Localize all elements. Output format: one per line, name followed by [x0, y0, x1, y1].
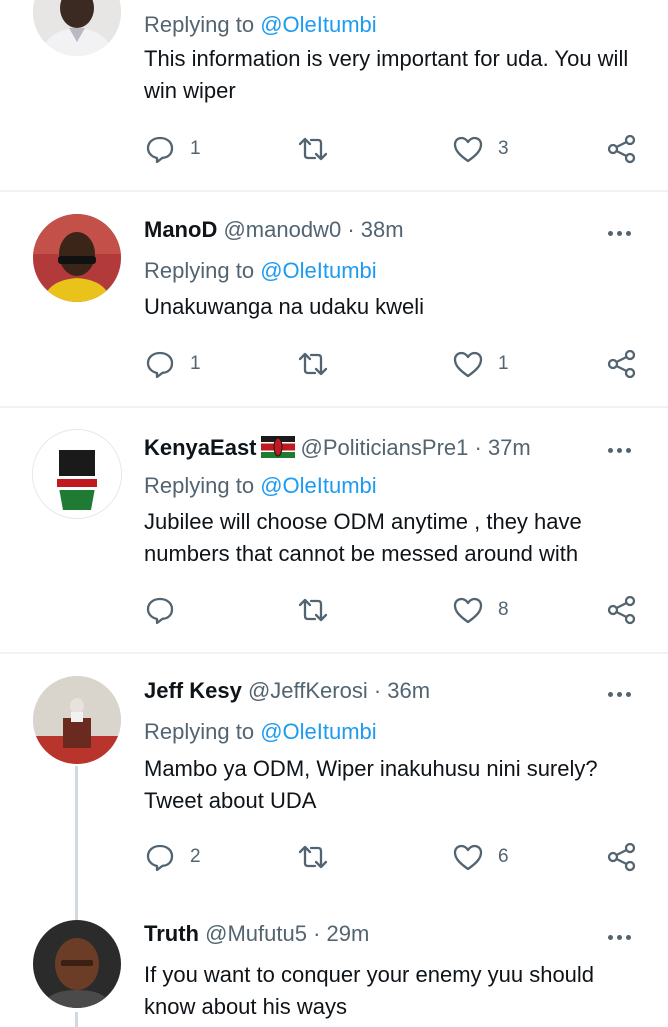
- more-icon[interactable]: [608, 227, 638, 239]
- tweet-1[interactable]: ManoD @manodw0 · 38m Replying to @OleItu…: [0, 192, 668, 406]
- kenya-flag-icon: [260, 436, 295, 458]
- tweet-2[interactable]: KenyaEast @PoliticiansPre1 · 37m Replyin…: [0, 408, 668, 652]
- replying-to-line: Replying to @OleItumbi: [144, 473, 377, 498]
- share-button[interactable]: [606, 347, 638, 381]
- reply-count: 1: [190, 138, 201, 159]
- replying-to-mention[interactable]: @OleItumbi: [260, 473, 376, 498]
- tweet-actions: 8: [144, 593, 644, 627]
- handle[interactable]: @manodw0: [223, 217, 341, 242]
- display-name[interactable]: KenyaEast: [144, 435, 257, 460]
- more-icon[interactable]: [608, 688, 638, 700]
- thread-line: [75, 766, 78, 920]
- reply-icon: [146, 351, 174, 379]
- tweet-text: Jubilee will choose ODM anytime , they h…: [144, 509, 582, 566]
- tweet-actions: 1 1: [144, 347, 644, 381]
- reply-button[interactable]: 1: [144, 347, 201, 381]
- tweet-3[interactable]: Jeff Kesy @JeffKerosi · 36m Replying to …: [0, 654, 668, 920]
- retweet-icon: [298, 137, 328, 161]
- retweet-icon: [298, 598, 328, 622]
- tweet-header: ManoD @manodw0 · 38m: [144, 217, 404, 243]
- retweet-button[interactable]: [297, 132, 343, 166]
- tweet-text: Unakuwanga na udaku kweli: [144, 294, 425, 319]
- avatar-0[interactable]: [33, 0, 121, 56]
- like-button[interactable]: 1: [452, 347, 509, 381]
- reply-icon: [146, 844, 174, 872]
- tweet-header: Truth @Mufutu5 · 29m: [144, 921, 369, 947]
- retweet-button[interactable]: [297, 347, 343, 381]
- avatar-3[interactable]: [33, 676, 121, 764]
- like-icon: [453, 351, 483, 378]
- tweet-actions: 1 3: [144, 132, 644, 166]
- replying-to-line: Replying to @OleItumbi: [144, 12, 377, 37]
- share-button[interactable]: [606, 593, 638, 627]
- like-icon: [453, 136, 483, 163]
- share-icon: [607, 349, 636, 379]
- share-icon: [607, 134, 636, 164]
- thread-line: [75, 1012, 78, 1027]
- display-name[interactable]: Jeff Kesy: [144, 678, 242, 703]
- share-button[interactable]: [606, 840, 638, 874]
- like-icon: [453, 597, 483, 624]
- like-count: 1: [498, 353, 509, 374]
- display-name[interactable]: Truth: [144, 921, 199, 946]
- reply-button[interactable]: 2: [144, 840, 201, 874]
- share-button[interactable]: [606, 132, 638, 166]
- avatar-1[interactable]: [33, 214, 121, 302]
- like-count: 8: [498, 599, 509, 620]
- tweet-text: Mambo ya ODM, Wiper inakuhusu nini surel…: [144, 756, 598, 813]
- timestamp[interactable]: · 29m: [313, 921, 369, 946]
- more-icon[interactable]: [608, 444, 638, 456]
- reply-count: 2: [190, 846, 201, 867]
- timestamp[interactable]: · 37m: [475, 435, 531, 460]
- share-icon: [607, 842, 636, 872]
- retweet-icon: [298, 845, 328, 869]
- reply-icon: [146, 597, 174, 625]
- handle[interactable]: @JeffKerosi: [248, 678, 368, 703]
- replying-to-line: Replying to @OleItumbi: [144, 258, 377, 283]
- retweet-icon: [298, 352, 328, 376]
- tweet-header: KenyaEast @PoliticiansPre1 · 37m: [144, 435, 531, 461]
- like-count: 3: [498, 138, 509, 159]
- tweet-text: This information is very important for u…: [144, 46, 629, 103]
- retweet-button[interactable]: [297, 593, 343, 627]
- retweet-button[interactable]: [297, 840, 343, 874]
- like-icon: [453, 844, 483, 871]
- replying-to-mention[interactable]: @OleItumbi: [260, 258, 376, 283]
- handle[interactable]: @Mufutu5: [205, 921, 307, 946]
- tweet-0[interactable]: Replying to @OleItumbi This information …: [0, 0, 668, 190]
- replying-to-line: Replying to @OleItumbi: [144, 719, 377, 744]
- tweet-header: Jeff Kesy @JeffKerosi · 36m: [144, 678, 430, 704]
- reply-count: 1: [190, 353, 201, 374]
- handle[interactable]: @PoliticiansPre1: [301, 435, 469, 460]
- replying-to-mention[interactable]: @OleItumbi: [260, 719, 376, 744]
- avatar-4[interactable]: [33, 920, 121, 1008]
- more-icon[interactable]: [608, 931, 638, 943]
- timestamp[interactable]: · 36m: [374, 678, 430, 703]
- reply-button[interactable]: [144, 593, 190, 627]
- replying-to-mention[interactable]: @OleItumbi: [260, 12, 376, 37]
- tweet-4[interactable]: Truth @Mufutu5 · 29m If you want to conq…: [0, 910, 668, 1027]
- share-icon: [607, 595, 636, 625]
- like-count: 6: [498, 846, 509, 867]
- display-name[interactable]: ManoD: [144, 217, 217, 242]
- like-button[interactable]: 8: [452, 593, 509, 627]
- avatar-2[interactable]: [33, 430, 121, 518]
- timestamp[interactable]: · 38m: [347, 217, 403, 242]
- like-button[interactable]: 3: [452, 132, 509, 166]
- tweet-actions: 2 6: [144, 840, 644, 874]
- reply-icon: [146, 136, 174, 164]
- like-button[interactable]: 6: [452, 840, 509, 874]
- reply-button[interactable]: 1: [144, 132, 201, 166]
- tweet-text: If you want to conquer your enemy yuu sh…: [144, 962, 595, 1019]
